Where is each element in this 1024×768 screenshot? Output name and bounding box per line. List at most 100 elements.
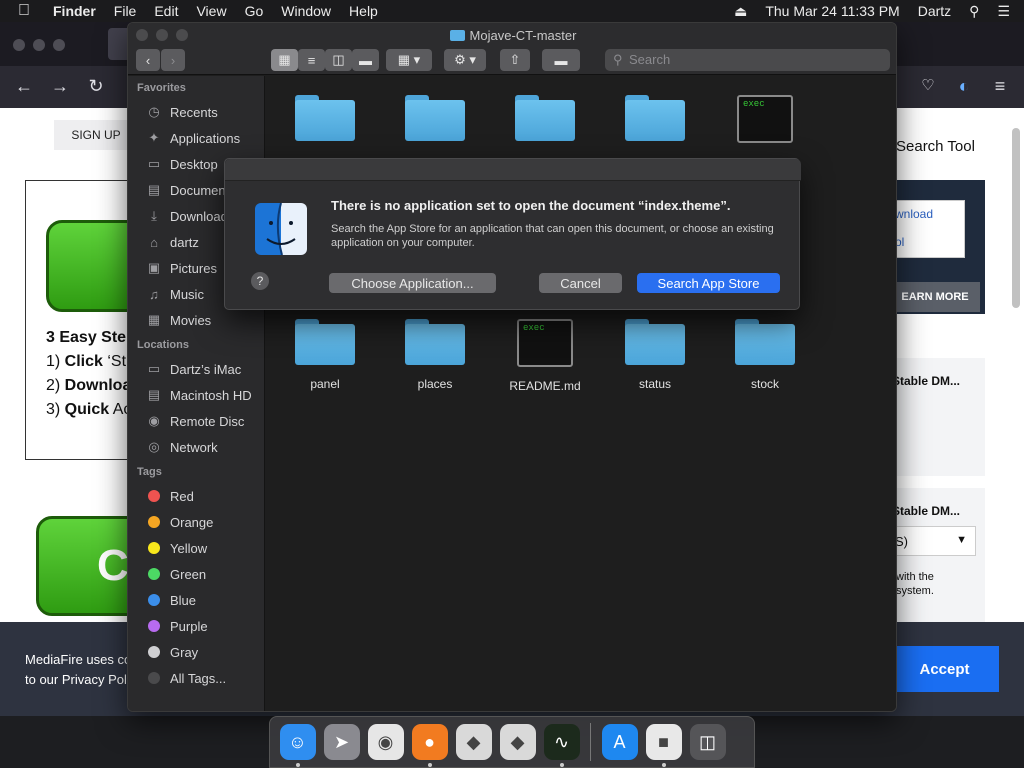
file-item[interactable]: exec README.md bbox=[490, 319, 600, 393]
folder-item[interactable] bbox=[600, 95, 710, 153]
tag-button[interactable]: ▬ bbox=[542, 49, 580, 71]
dock-item[interactable]: ➤ bbox=[320, 721, 363, 764]
dock-item[interactable]: A bbox=[598, 721, 641, 764]
music-icon: ♫ bbox=[149, 286, 159, 302]
control-center-icon[interactable]: ☰ bbox=[988, 0, 1024, 22]
cancel-button[interactable]: Cancel bbox=[539, 273, 622, 293]
sidebar-item-applications[interactable]: ✦ Applications bbox=[145, 125, 263, 151]
extension-icon[interactable]: ◐ bbox=[953, 76, 975, 97]
app-store-icon: A bbox=[601, 724, 638, 760]
accept-button[interactable]: Accept bbox=[890, 646, 999, 692]
dock-item[interactable]: ● bbox=[408, 721, 451, 767]
tool-link[interactable]: ol bbox=[891, 229, 964, 257]
tag-color-icon bbox=[148, 646, 160, 658]
back-button[interactable]: ‹ bbox=[136, 49, 160, 71]
sidebar-item-movies[interactable]: ▦ Movies bbox=[145, 307, 263, 333]
search-input[interactable]: ⚲ Search bbox=[605, 49, 890, 71]
home-icon: ⌂ bbox=[150, 234, 158, 250]
dock-item[interactable]: ■ bbox=[642, 721, 685, 767]
menu-help[interactable]: Help bbox=[340, 0, 387, 22]
sidebar-item-label: Blue bbox=[170, 592, 197, 608]
sign-up-button[interactable]: SIGN UP bbox=[54, 120, 138, 150]
sidebar-item-network[interactable]: ◎ Network bbox=[145, 434, 263, 460]
running-indicator bbox=[428, 762, 432, 767]
menu-file[interactable]: File bbox=[105, 0, 146, 22]
user-menu[interactable]: Dartz bbox=[909, 0, 960, 22]
step-2: 2) Downloa bbox=[46, 377, 132, 394]
reload-icon[interactable]: ↻ bbox=[85, 76, 107, 97]
sidebar-item-red[interactable]: Red bbox=[145, 483, 263, 509]
folder-item[interactable] bbox=[270, 95, 380, 153]
share-button[interactable]: ⇧ bbox=[500, 49, 530, 71]
minimize-icon[interactable] bbox=[33, 39, 45, 51]
sidebar-item-yellow[interactable]: Yellow bbox=[145, 535, 263, 561]
dock-item[interactable]: ◉ bbox=[364, 721, 407, 764]
file-item[interactable]: exec bbox=[710, 95, 820, 155]
download-link[interactable]: wnload bbox=[891, 201, 964, 229]
exec-file-icon: exec bbox=[517, 319, 573, 367]
dock-item[interactable]: ◆ bbox=[452, 721, 495, 764]
group-button[interactable]: ▦ ▾ bbox=[386, 49, 432, 71]
dock-item[interactable]: ◫ bbox=[686, 721, 729, 764]
folder-item[interactable]: stock bbox=[710, 319, 820, 391]
forward-icon[interactable]: → bbox=[49, 76, 71, 97]
learn-more-button[interactable]: EARN MORE bbox=[890, 282, 980, 312]
spotlight-icon[interactable]: ⚲ bbox=[960, 0, 988, 22]
help-button[interactable]: ? bbox=[251, 272, 269, 290]
folder-item[interactable]: panel bbox=[270, 319, 380, 391]
network-icon: ◎ bbox=[148, 439, 160, 454]
sidebar-item-blue[interactable]: Blue bbox=[145, 587, 263, 613]
view-icon-button[interactable]: ▦ bbox=[271, 49, 298, 71]
sidebar-item-label: Macintosh HD bbox=[170, 387, 252, 403]
menu-icon[interactable]: ≡ bbox=[989, 76, 1011, 97]
menu-go[interactable]: Go bbox=[236, 0, 273, 22]
back-icon[interactable]: ← bbox=[13, 76, 35, 97]
sidebar-item-macintosh-hd[interactable]: ▤ Macintosh HD bbox=[145, 382, 263, 408]
finder-icon: ☺ bbox=[279, 724, 316, 760]
sidebar-item-label: Desktop bbox=[170, 156, 218, 172]
folder-item[interactable] bbox=[490, 95, 600, 153]
sidebar-item-green[interactable]: Green bbox=[145, 561, 263, 587]
zoom-icon[interactable] bbox=[53, 39, 65, 51]
menu-bar:  Finder File Edit View Go Window Help ⏏… bbox=[0, 0, 1024, 22]
dialog-message: Search the App Store for an application … bbox=[331, 223, 774, 249]
sidebar-item-remote-disc[interactable]: ◉ Remote Disc bbox=[145, 408, 263, 434]
dock-item[interactable]: ◆ bbox=[496, 721, 539, 764]
action-gear-button[interactable]: ⚙ ▾ bbox=[444, 49, 486, 71]
file-label: README.md bbox=[509, 379, 581, 393]
view-gallery-button[interactable]: ▬ bbox=[352, 49, 379, 71]
favorites-header: Favorites bbox=[137, 82, 186, 94]
sidebar-item-all-tags[interactable]: All Tags... bbox=[145, 665, 263, 691]
sidebar-item-orange[interactable]: Orange bbox=[145, 509, 263, 535]
clock[interactable]: Thu Mar 24 11:33 PM bbox=[756, 0, 908, 22]
card-1[interactable]: Stable DM... bbox=[890, 358, 985, 476]
apple-menu-icon[interactable]:  bbox=[0, 0, 44, 22]
dock-item[interactable]: ∿ bbox=[540, 721, 583, 767]
view-columns-button[interactable]: ◫ bbox=[325, 49, 352, 71]
tag-color-icon bbox=[148, 620, 160, 632]
sidebar-item-dartz-s-imac[interactable]: ▭ Dartz’s iMac bbox=[145, 356, 263, 382]
chrome-icon: ◉ bbox=[367, 724, 404, 760]
step-3: 3) Quick Ac bbox=[46, 401, 132, 418]
folder-item[interactable] bbox=[380, 95, 490, 153]
search-app-store-button[interactable]: Search App Store bbox=[637, 273, 780, 293]
menu-window[interactable]: Window bbox=[272, 0, 340, 22]
eject-icon[interactable]: ⏏ bbox=[725, 0, 756, 22]
os-select[interactable]: S) ▼ bbox=[890, 526, 976, 556]
close-icon[interactable] bbox=[13, 39, 25, 51]
page-scrollbar[interactable] bbox=[1012, 128, 1020, 308]
app-menu[interactable]: Finder bbox=[44, 0, 105, 22]
menu-view[interactable]: View bbox=[187, 0, 235, 22]
view-list-button[interactable]: ≡ bbox=[298, 49, 325, 71]
sidebar-item-gray[interactable]: Gray bbox=[145, 639, 263, 665]
folder-item[interactable]: status bbox=[600, 319, 710, 391]
pocket-icon[interactable]: ♡ bbox=[917, 76, 939, 94]
sidebar-item-recents[interactable]: ◷ Recents bbox=[145, 99, 263, 125]
sidebar-item-purple[interactable]: Purple bbox=[145, 613, 263, 639]
dock-item[interactable]: ☺ bbox=[276, 721, 319, 767]
forward-button[interactable]: › bbox=[161, 49, 185, 71]
choose-application-button[interactable]: Choose Application... bbox=[329, 273, 496, 293]
folder-item[interactable]: places bbox=[380, 319, 490, 391]
window-title: Mojave-CT-master bbox=[128, 28, 896, 43]
menu-edit[interactable]: Edit bbox=[145, 0, 187, 22]
